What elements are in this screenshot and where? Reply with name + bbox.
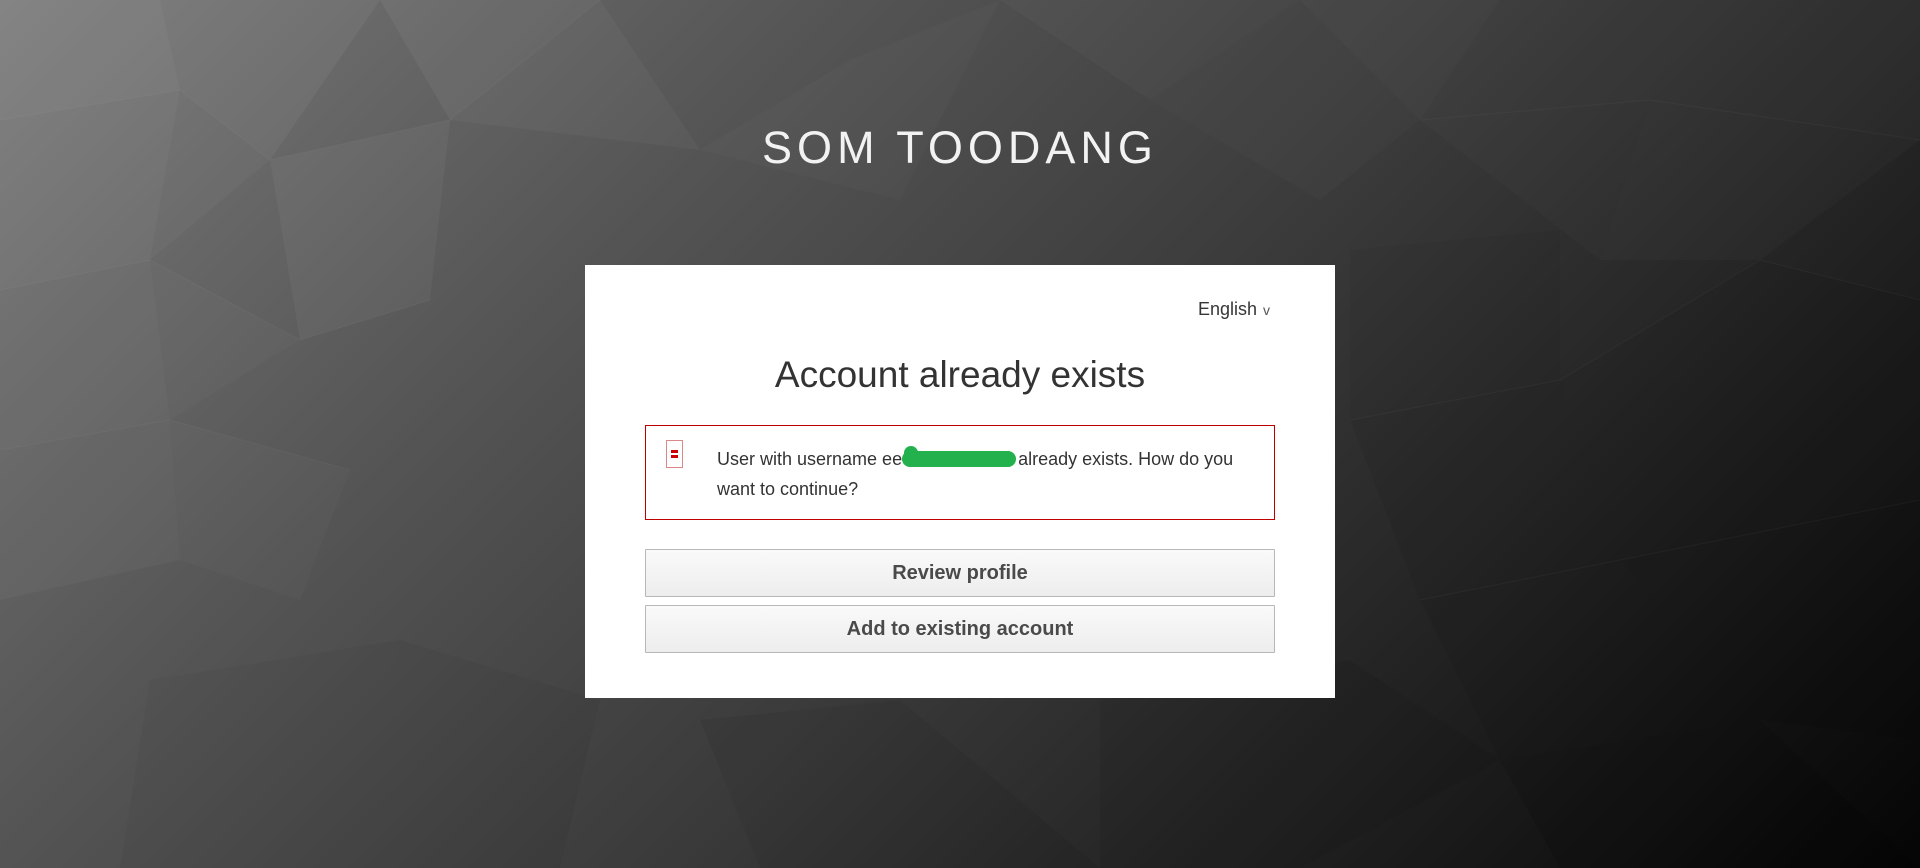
chevron-down-icon: v bbox=[1263, 301, 1270, 318]
alert-message-prefix: User with username ee bbox=[717, 449, 903, 469]
language-label: English bbox=[1197, 299, 1257, 319]
alert-message: User with username ee already exists. How… bbox=[717, 444, 1247, 504]
realm-title: SOM TOODANG bbox=[762, 122, 1158, 173]
error-alert: User with username ee already exists. How… bbox=[645, 425, 1275, 520]
error-icon bbox=[666, 440, 683, 468]
redacted-username bbox=[902, 446, 1017, 467]
page-title: Account already exists bbox=[774, 354, 1146, 395]
login-card: English v Account already exists User wi… bbox=[585, 265, 1335, 698]
review-profile-button[interactable]: Review profile bbox=[645, 549, 1275, 597]
add-to-existing-account-button[interactable]: Add to existing account bbox=[645, 605, 1275, 653]
language-selector[interactable]: English v bbox=[1198, 299, 1270, 320]
